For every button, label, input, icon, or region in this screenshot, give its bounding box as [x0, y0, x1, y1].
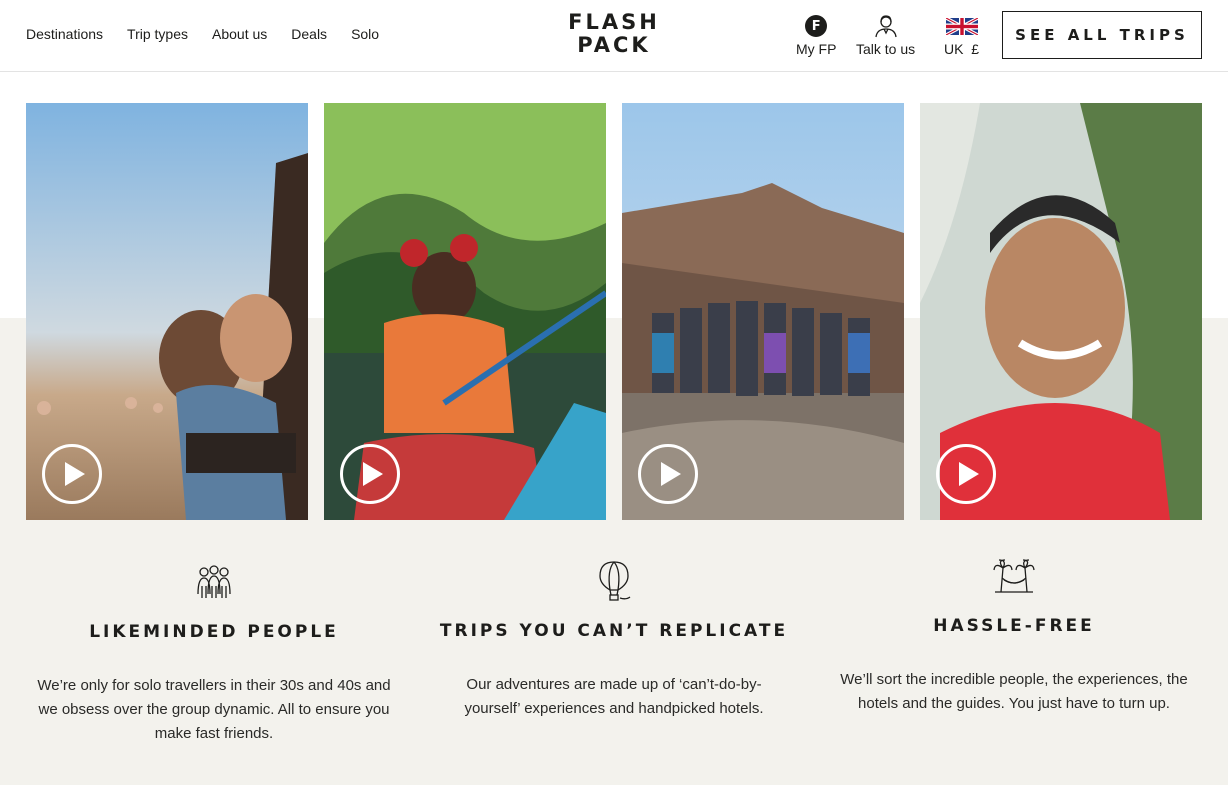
feature-text: We’ll sort the incredible people, the ex… — [840, 671, 1188, 712]
feature-likeminded-people: LIKEMINDED PEOPLE We’re only for solo tr… — [24, 560, 404, 746]
nav-deals[interactable]: Deals — [291, 26, 327, 42]
feature-trips-you-cant-replicate: TRIPS YOU CAN’T REPLICATE Our adventures… — [424, 559, 804, 721]
hot-air-balloon-icon — [599, 561, 631, 601]
feature-hassle-free: HASSLE-FREE We’ll sort the incredible pe… — [824, 554, 1204, 716]
uk-flag-icon — [945, 17, 978, 35]
talk-to-us-link[interactable]: Talk to us — [856, 14, 915, 57]
feature-title: HASSLE-FREE — [933, 616, 1095, 636]
nav-solo[interactable]: Solo — [351, 26, 379, 42]
feature-title: TRIPS YOU CAN’T REPLICATE — [439, 621, 789, 641]
feature-text: We’re only for solo travellers in their … — [37, 677, 391, 742]
logo-line-2: PACK — [577, 33, 651, 57]
flash-pack-logo[interactable]: FLASH PACK — [568, 11, 660, 57]
currency-symbol: £ — [971, 41, 980, 57]
video-card-table-mountain[interactable] — [622, 103, 904, 520]
video-card-smiling-traveller[interactable] — [920, 103, 1202, 520]
my-fp-label: My FP — [796, 41, 837, 57]
play-icon[interactable] — [638, 444, 698, 504]
logo-line-1: FLASH — [568, 10, 660, 34]
site-header: Destinations Trip types About us Deals S… — [0, 0, 1228, 72]
support-agent-icon — [874, 15, 897, 38]
region-selector[interactable]: UK £ — [944, 14, 979, 57]
video-card-balloon[interactable] — [26, 103, 308, 520]
see-all-trips-button[interactable]: SEE ALL TRIPS — [1002, 11, 1202, 59]
palm-hammock-icon — [993, 559, 1035, 593]
nav-about-us[interactable]: About us — [212, 26, 267, 42]
video-card-kayak[interactable] — [324, 103, 606, 520]
my-fp-link[interactable]: F My FP — [796, 14, 836, 57]
fp-account-icon: F — [805, 15, 828, 37]
play-icon[interactable] — [340, 444, 400, 504]
feature-title: LIKEMINDED PEOPLE — [89, 622, 339, 642]
feature-text: Our adventures are made up of ‘can’t-do-… — [464, 676, 764, 717]
region-code: UK — [944, 41, 964, 57]
region-label: UK £ — [944, 41, 979, 57]
play-icon[interactable] — [936, 444, 996, 504]
main-nav: Destinations Trip types About us Deals S… — [26, 26, 379, 42]
nav-destinations[interactable]: Destinations — [26, 26, 103, 42]
play-icon[interactable] — [42, 444, 102, 504]
talk-to-us-label: Talk to us — [856, 41, 916, 57]
people-group-icon — [197, 565, 231, 598]
nav-trip-types[interactable]: Trip types — [127, 26, 188, 42]
